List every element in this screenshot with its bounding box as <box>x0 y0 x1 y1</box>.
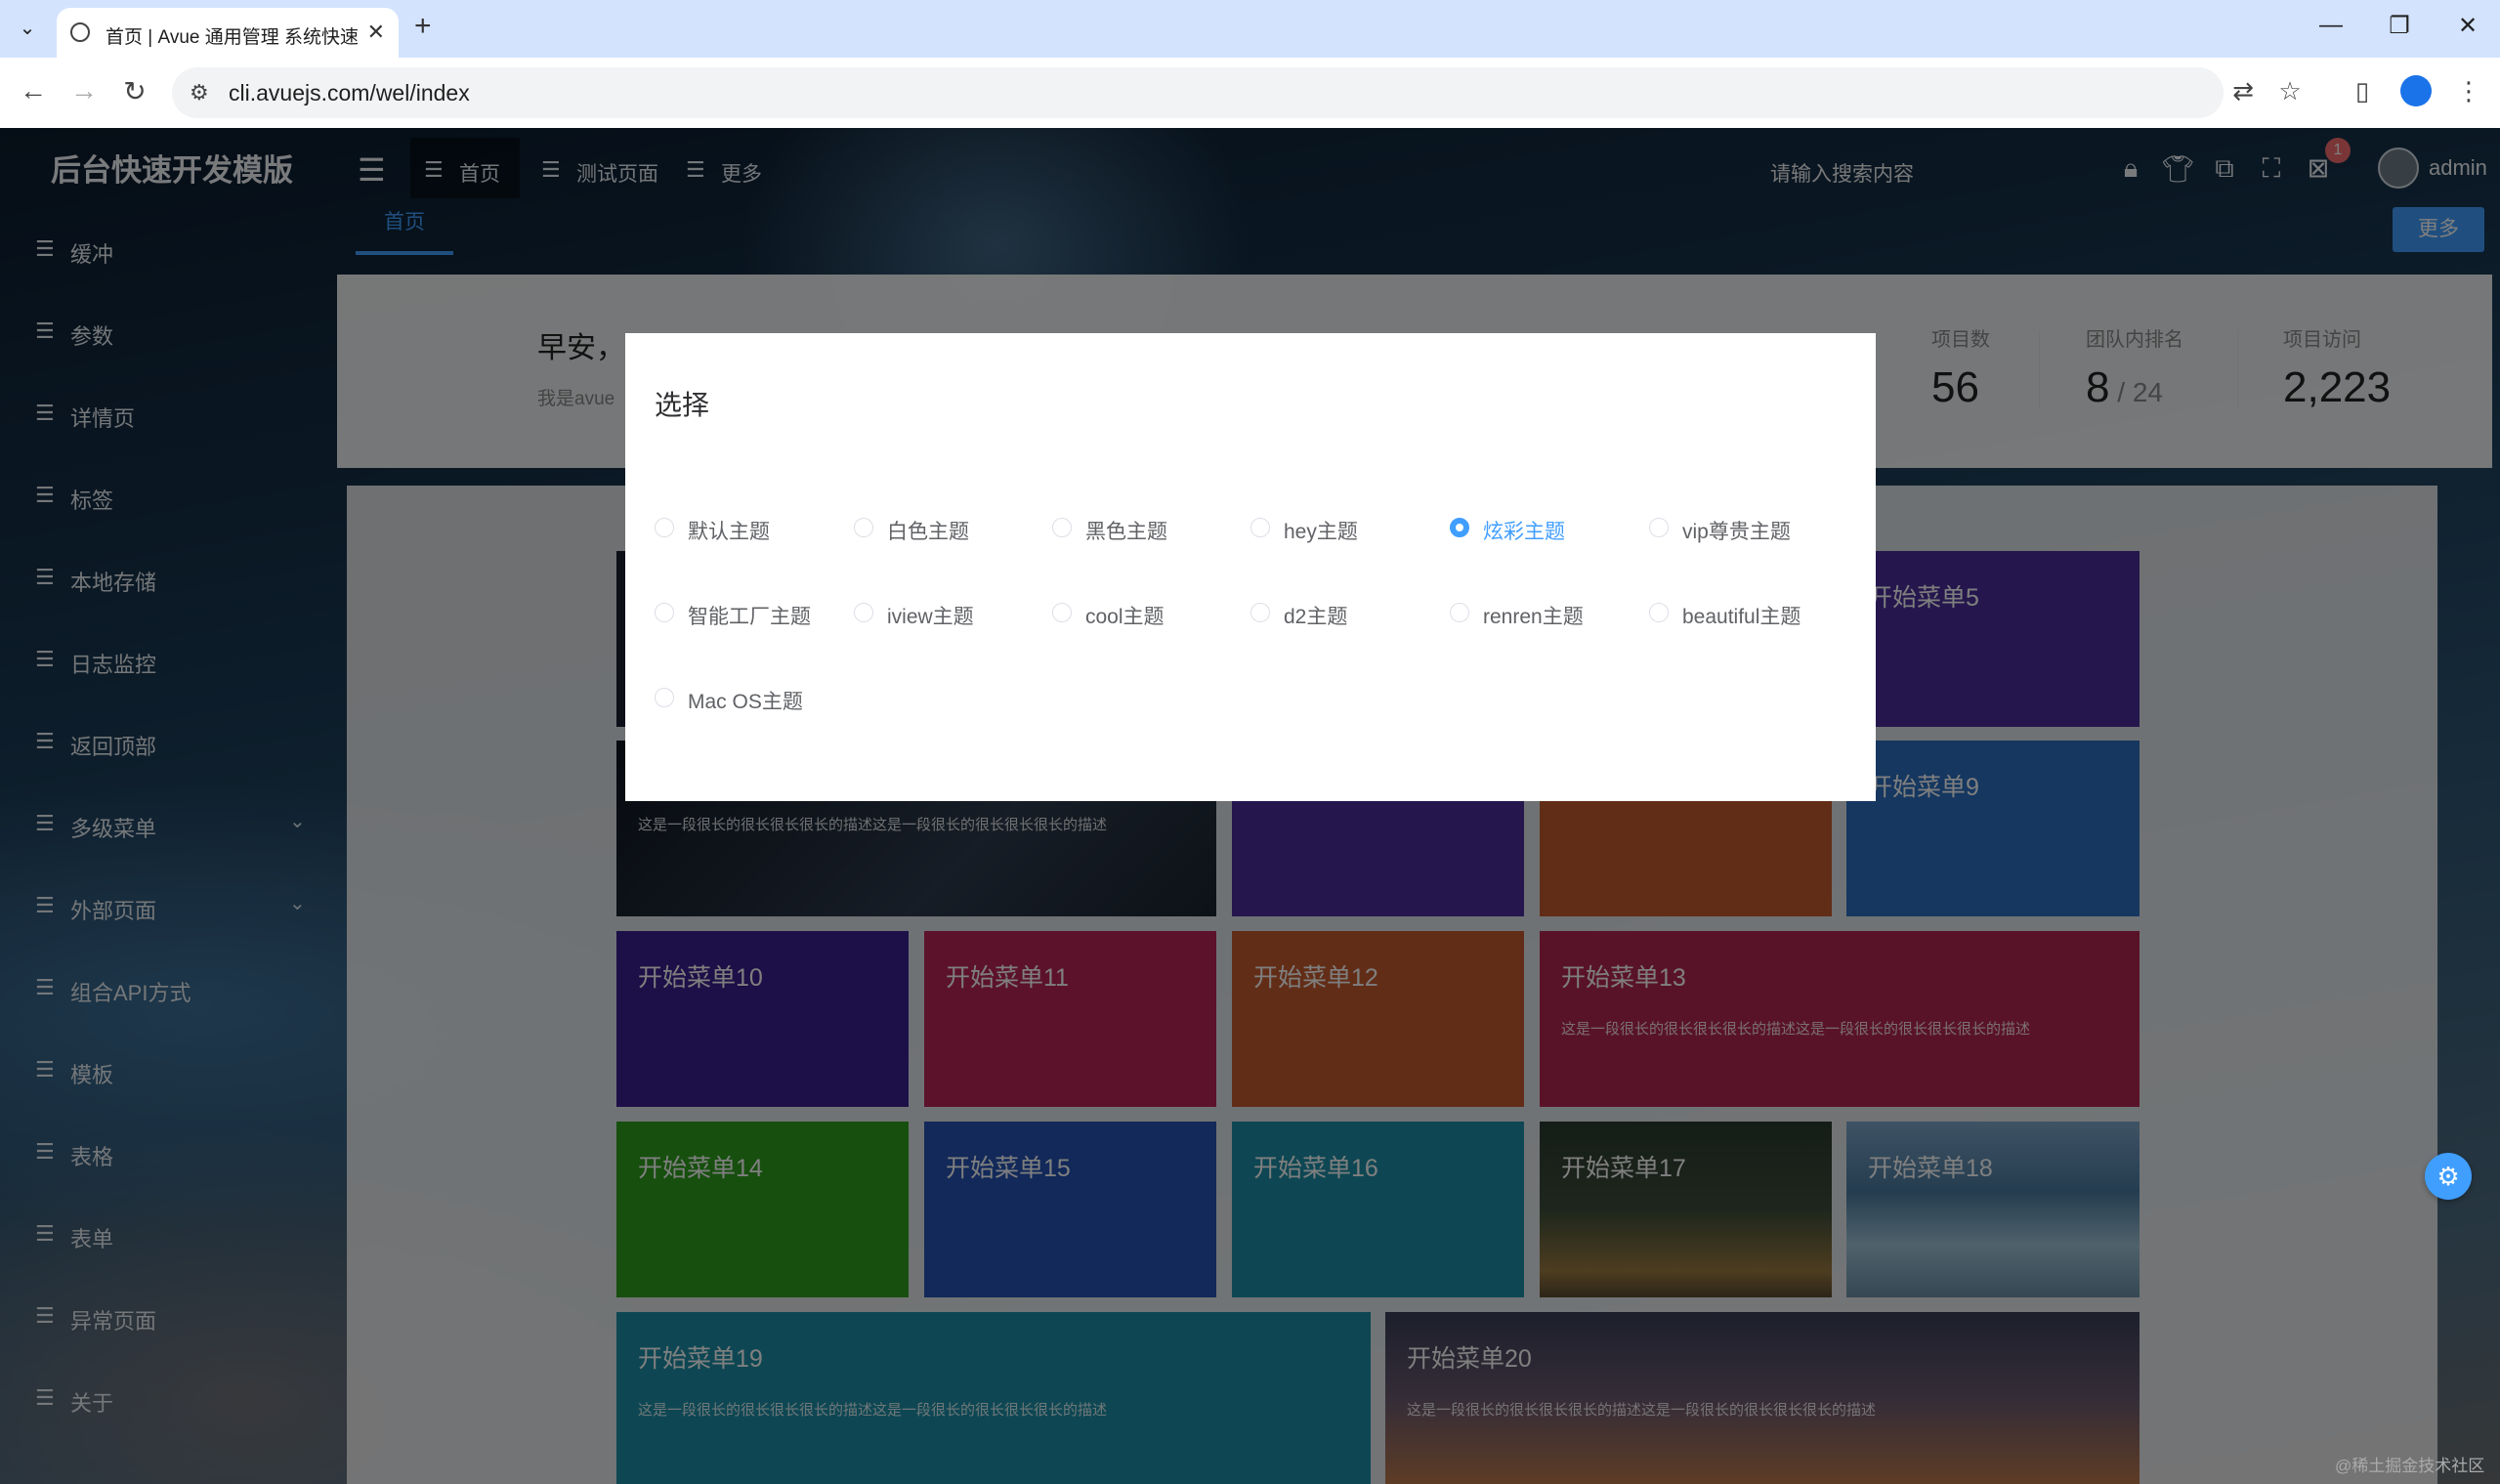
radio-circle[interactable] <box>1450 603 1469 622</box>
radio-label: 黑色主题 <box>1085 521 1167 543</box>
radio-circle[interactable] <box>1052 603 1072 622</box>
radio-circle[interactable] <box>854 603 873 622</box>
radio-circle[interactable] <box>1649 603 1669 622</box>
tab-list-button[interactable]: ⌄ <box>10 12 45 45</box>
settings-gear-icon[interactable]: ⚙ <box>2425 1153 2472 1200</box>
profile-icon[interactable] <box>2400 75 2432 106</box>
browser-tab-bar: ⌄ 首页 | Avue 通用管理 系统快速 ✕ + — ❐ ✕ <box>0 0 2500 58</box>
address-bar[interactable]: ⚙ cli.avuejs.com/wel/index <box>172 67 2224 118</box>
radio-label: vip尊贵主题 <box>1682 521 1791 543</box>
watermark-text: @稀土掘金技术社区 <box>2335 1457 2485 1475</box>
radio-circle[interactable] <box>655 518 674 537</box>
theme-select-dialog: 选择 默认主题 白色主题 黑色主题 hey主题 炫彩主题 vip尊贵主题 智能工… <box>625 333 1876 801</box>
browser-toolbar: ← → ↻ ⚙ cli.avuejs.com/wel/index ⇄ ☆ ▯ ⋮ <box>0 58 2500 129</box>
browser-menu-icon[interactable]: ⋮ <box>2451 76 2486 106</box>
side-panel-icon[interactable]: ▯ <box>2345 76 2380 106</box>
radio-circle[interactable] <box>854 518 873 537</box>
radio-label: Mac OS主题 <box>688 691 803 713</box>
close-window-button[interactable]: ✕ <box>2448 12 2487 40</box>
radio-label: iview主题 <box>887 606 974 628</box>
radio-label: d2主题 <box>1284 606 1348 628</box>
radio-circle-checked[interactable] <box>1450 518 1469 537</box>
radio-circle[interactable] <box>1052 518 1072 537</box>
tab-title: 首页 | Avue 通用管理 系统快速 <box>106 27 360 48</box>
forward-button[interactable]: → <box>64 75 104 106</box>
modal-overlay[interactable] <box>0 128 2500 1484</box>
back-button[interactable]: ← <box>14 75 53 106</box>
radio-label: renren主题 <box>1483 606 1584 628</box>
site-settings-icon[interactable]: ⚙ <box>190 80 209 106</box>
address-url: cli.avuejs.com/wel/index <box>229 80 470 106</box>
restore-button[interactable]: ❐ <box>2380 12 2419 40</box>
new-tab-button[interactable]: + <box>414 10 432 43</box>
radio-label: 炫彩主题 <box>1483 521 1565 543</box>
radio-circle[interactable] <box>655 603 674 622</box>
browser-tab-active[interactable]: 首页 | Avue 通用管理 系统快速 ✕ <box>57 8 399 58</box>
close-tab-icon[interactable]: ✕ <box>367 20 385 45</box>
globe-icon <box>70 22 90 42</box>
radio-label: beautiful主题 <box>1682 606 1801 628</box>
minimize-button[interactable]: — <box>2311 12 2351 39</box>
radio-label: 默认主题 <box>688 521 770 543</box>
dialog-title: 选择 <box>655 390 710 420</box>
radio-circle[interactable] <box>1250 603 1270 622</box>
radio-label: 白色主题 <box>887 521 969 543</box>
radio-label: 智能工厂主题 <box>688 606 811 628</box>
translate-icon[interactable]: ⇄ <box>2225 76 2261 106</box>
radio-circle[interactable] <box>1649 518 1669 537</box>
radio-circle[interactable] <box>655 688 674 707</box>
radio-circle[interactable] <box>1250 518 1270 537</box>
reload-button[interactable]: ↻ <box>115 75 154 107</box>
bookmark-star-icon[interactable]: ☆ <box>2272 76 2308 106</box>
radio-label: hey主题 <box>1284 521 1358 543</box>
radio-label: cool主题 <box>1085 606 1165 628</box>
